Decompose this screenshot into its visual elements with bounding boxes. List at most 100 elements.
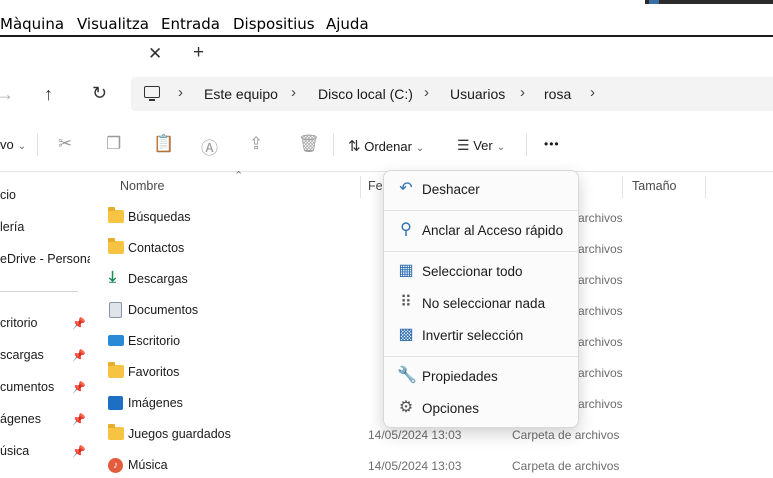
sidebar-divider bbox=[0, 291, 78, 292]
divider bbox=[37, 134, 38, 156]
pin-icon: 📌 bbox=[72, 414, 86, 426]
menu-item-invert-selection[interactable]: ▩ Invertir selección bbox=[388, 321, 576, 351]
column-divider[interactable] bbox=[360, 176, 361, 198]
sort-ascending-icon: ⌃ bbox=[234, 170, 244, 182]
file-row[interactable]: ♪ Música 14/05/2024 13:03 Carpeta de arc… bbox=[90, 450, 773, 478]
menu-item-label: Deshacer bbox=[422, 182, 480, 197]
chevron-right-icon[interactable]: › bbox=[178, 84, 183, 101]
menu-visualitza[interactable]: Visualitza bbox=[77, 15, 149, 33]
sidebar-item-galeria[interactable]: lería bbox=[0, 220, 24, 234]
breadcrumb-this-pc[interactable]: Este equipo bbox=[204, 86, 278, 102]
document-icon bbox=[109, 302, 122, 318]
chevron-right-icon[interactable]: › bbox=[291, 84, 296, 101]
folder-icon bbox=[108, 424, 124, 440]
breadcrumb-disk-c[interactable]: Disco local (C:) bbox=[318, 86, 413, 102]
cut-icon[interactable]: ✂ bbox=[58, 134, 72, 154]
new-button[interactable]: vo ⌄ bbox=[0, 137, 26, 152]
rename-icon[interactable]: Ⓐ bbox=[201, 134, 218, 159]
close-tab-icon[interactable]: ✕ bbox=[148, 44, 162, 64]
vm-menubar: Màquina Visualitza Entrada Dispositius A… bbox=[0, 0, 773, 37]
column-size[interactable]: Tamaño bbox=[632, 179, 676, 193]
file-type: archivos bbox=[578, 242, 623, 256]
delete-icon[interactable]: 🗑 bbox=[298, 134, 320, 154]
computer-icon bbox=[144, 86, 160, 101]
chevron-right-icon[interactable]: › bbox=[590, 84, 595, 101]
menu-item-options[interactable]: ⚙ Opciones bbox=[388, 394, 576, 424]
menu-maquina[interactable]: Màquina bbox=[0, 15, 64, 33]
view-icon: ☰ bbox=[457, 137, 470, 153]
column-name[interactable]: Nombre bbox=[120, 179, 164, 193]
chevron-right-icon[interactable]: › bbox=[424, 84, 429, 101]
menu-divider bbox=[384, 210, 578, 211]
menu-item-pin-quick-access[interactable]: ⚲ Anclar al Acceso rápido bbox=[388, 216, 576, 246]
chevron-down-icon: ⌄ bbox=[17, 141, 27, 152]
divider bbox=[526, 134, 527, 156]
file-name: Escritorio bbox=[128, 334, 181, 348]
sidebar-item-documentos[interactable]: cumentos bbox=[0, 380, 54, 394]
file-type: archivos bbox=[578, 335, 623, 349]
sort-button[interactable]: ⇅ Ordenar ⌄ bbox=[348, 137, 424, 155]
menu-ajuda[interactable]: Ajuda bbox=[326, 15, 369, 33]
pin-icon: 📌 bbox=[72, 350, 86, 362]
file-type: archivos bbox=[578, 366, 623, 380]
undo-icon: ↶ bbox=[399, 180, 413, 197]
file-type: archivos bbox=[578, 397, 623, 411]
file-name: Descargas bbox=[128, 272, 188, 286]
menu-item-properties[interactable]: 🔧 Propiedades bbox=[388, 362, 576, 392]
breadcrumb-rosa[interactable]: rosa bbox=[544, 86, 571, 102]
sidebar-item-imagenes[interactable]: ágenes bbox=[0, 412, 41, 426]
download-icon: ⤓ bbox=[109, 269, 117, 286]
file-name: Imágenes bbox=[128, 396, 183, 410]
breadcrumb-users[interactable]: Usuarios bbox=[450, 86, 505, 102]
file-name: Contactos bbox=[128, 241, 185, 255]
menu-item-select-none[interactable]: ⠿ No seleccionar nada bbox=[388, 289, 576, 319]
images-icon bbox=[108, 396, 123, 410]
share-icon[interactable]: ⇪ bbox=[249, 134, 263, 154]
wrench-icon: 🔧 bbox=[397, 367, 417, 384]
new-label: vo bbox=[0, 137, 14, 152]
divider bbox=[333, 134, 334, 156]
paste-icon[interactable]: 📋 bbox=[153, 134, 174, 154]
chevron-right-icon[interactable]: › bbox=[520, 84, 525, 101]
sidebar-item-descargas[interactable]: scargas bbox=[0, 348, 44, 362]
file-name: Favoritos bbox=[128, 365, 180, 379]
select-all-icon: ▦ bbox=[398, 262, 414, 279]
pin-icon: 📌 bbox=[72, 382, 86, 394]
copy-icon[interactable]: ❐ bbox=[106, 134, 121, 154]
window-icon bbox=[649, 0, 659, 4]
column-divider[interactable] bbox=[705, 176, 706, 198]
invert-selection-icon: ▩ bbox=[398, 326, 414, 343]
menu-item-undo[interactable]: ↶ Deshacer bbox=[388, 175, 576, 205]
pin-icon: 📌 bbox=[72, 318, 86, 330]
chevron-down-icon: ⌄ bbox=[496, 142, 506, 153]
folder-icon bbox=[108, 362, 124, 378]
file-type: Carpeta de archivos bbox=[512, 459, 620, 473]
menu-item-select-all[interactable]: ▦ Seleccionar todo bbox=[388, 257, 576, 287]
column-divider[interactable] bbox=[622, 176, 623, 198]
sidebar-item-musica[interactable]: úsica bbox=[0, 444, 29, 458]
menu-entrada[interactable]: Entrada bbox=[161, 15, 220, 33]
sidebar-item-onedrive[interactable]: eDrive - Persona bbox=[0, 252, 94, 266]
file-type: archivos bbox=[578, 304, 623, 318]
more-options-button[interactable]: ••• bbox=[544, 137, 560, 151]
music-icon: ♪ bbox=[108, 458, 123, 473]
address-bar[interactable]: › Este equipo › Disco local (C:) › Usuar… bbox=[131, 77, 773, 111]
view-button[interactable]: ☰ Ver ⌄ bbox=[457, 137, 505, 154]
menu-dispositius[interactable]: Dispositius bbox=[233, 15, 315, 33]
file-name: Juegos guardados bbox=[128, 427, 231, 441]
file-type: Carpeta de archivos bbox=[512, 428, 620, 442]
chevron-down-icon: ⌄ bbox=[415, 143, 425, 154]
menu-divider bbox=[384, 251, 578, 252]
sidebar-item-escritorio[interactable]: critorio bbox=[0, 316, 38, 330]
menu-item-label: Anclar al Acceso rápido bbox=[422, 223, 564, 238]
sidebar-item-inicio[interactable]: cio bbox=[0, 188, 16, 202]
pin-icon: ⚲ bbox=[400, 221, 412, 238]
up-icon[interactable]: ↑ bbox=[44, 84, 53, 105]
new-tab-icon[interactable]: + bbox=[193, 42, 204, 64]
navigation-pane: cio lería eDrive - Persona critorio 📌 sc… bbox=[0, 172, 94, 478]
file-name: Documentos bbox=[128, 303, 199, 317]
menu-item-label: Seleccionar todo bbox=[422, 264, 523, 279]
forward-icon[interactable]: → bbox=[0, 84, 14, 105]
file-name: Música bbox=[128, 458, 168, 472]
refresh-icon[interactable]: ↻ bbox=[92, 83, 107, 104]
